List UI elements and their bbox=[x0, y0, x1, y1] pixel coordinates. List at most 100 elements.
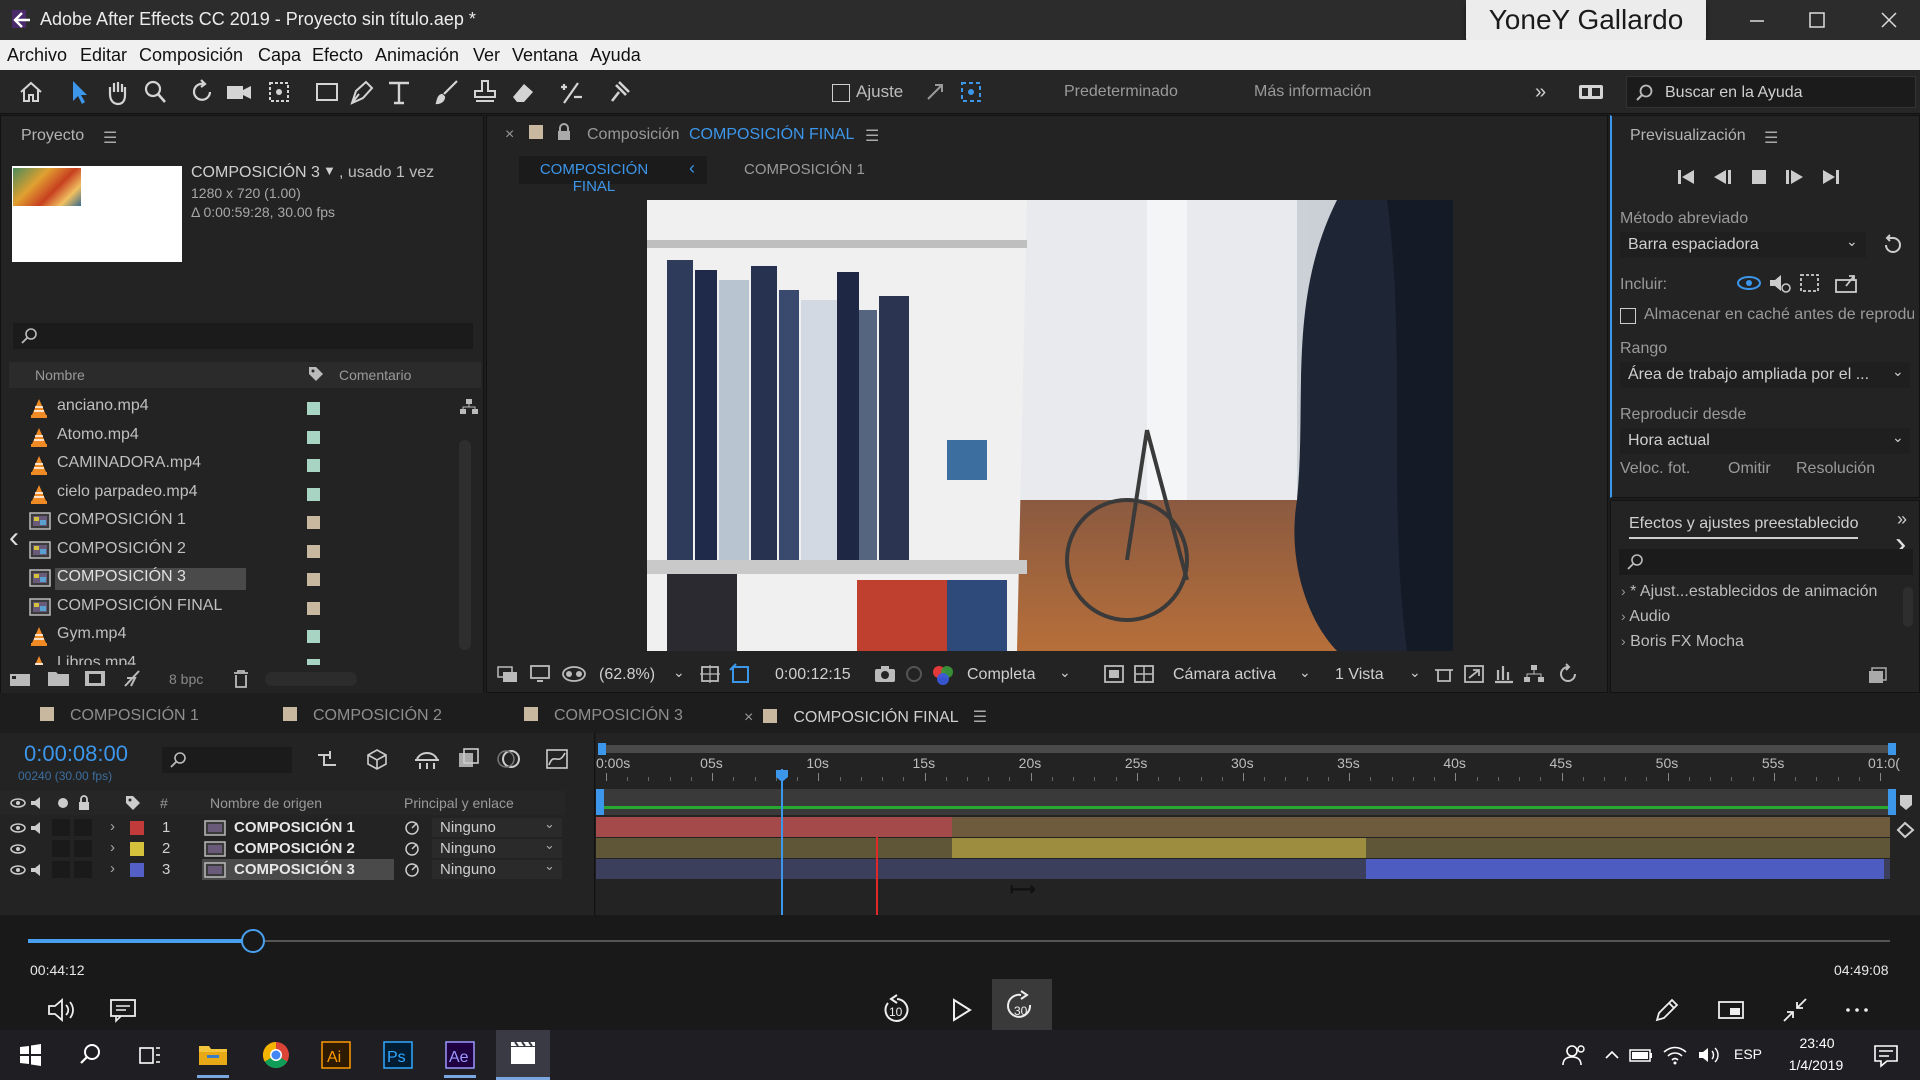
project-search-field[interactable] bbox=[13, 323, 473, 349]
effects-item[interactable]: › Audio bbox=[1621, 608, 1670, 632]
chevron-right-icon[interactable]: › bbox=[110, 818, 115, 835]
project-item[interactable]: COMPOSICIÓN 2 bbox=[29, 537, 429, 565]
forward-button[interactable]: 30 bbox=[992, 979, 1052, 1031]
puppet-pin-icon[interactable] bbox=[604, 77, 634, 107]
file-explorer-icon[interactable] bbox=[193, 1035, 233, 1078]
pen-tool-icon[interactable] bbox=[346, 77, 376, 107]
after-effects-icon[interactable]: Ae bbox=[440, 1035, 480, 1078]
project-item[interactable]: COMPOSICIÓN 1 bbox=[29, 508, 429, 536]
project-panel-title[interactable]: Proyecto bbox=[21, 127, 84, 145]
reset-exposure-circle-icon[interactable] bbox=[1557, 663, 1579, 685]
project-item[interactable]: cielo parpadeo.mp4 bbox=[29, 480, 429, 508]
help-search-box[interactable]: Buscar en la Ayuda bbox=[1626, 76, 1916, 108]
menu-editar[interactable]: Editar bbox=[80, 45, 127, 66]
people-icon[interactable] bbox=[1555, 1035, 1595, 1075]
work-area-start-handle[interactable] bbox=[596, 789, 604, 815]
solo-toggle[interactable] bbox=[52, 840, 70, 857]
layer-label-color[interactable] bbox=[130, 842, 144, 856]
include-video-icon[interactable] bbox=[1736, 272, 1762, 294]
graph-editor-icon[interactable] bbox=[544, 747, 570, 771]
effects-title[interactable]: Efectos y ajustes preestablecido bbox=[1629, 515, 1859, 539]
region-of-interest-icon[interactable] bbox=[729, 663, 751, 685]
timeline-tab-1[interactable]: COMPOSICIÓN 1 bbox=[40, 707, 199, 725]
workspace-overflow-icon[interactable]: » bbox=[1535, 81, 1546, 104]
menu-composicion[interactable]: Composición bbox=[139, 45, 243, 66]
play-button[interactable] bbox=[946, 995, 976, 1025]
speaker-icon[interactable] bbox=[30, 796, 46, 810]
menu-ver[interactable]: Ver bbox=[473, 45, 500, 66]
rectangle-tool-icon[interactable] bbox=[312, 77, 342, 107]
effects-search-field[interactable] bbox=[1619, 549, 1913, 575]
first-frame-icon[interactable] bbox=[1676, 168, 1698, 186]
label-tag-icon[interactable] bbox=[124, 794, 142, 812]
roto-brush-icon[interactable] bbox=[556, 77, 586, 107]
render-queue-icon[interactable] bbox=[121, 668, 145, 688]
layer-duration-bar[interactable] bbox=[596, 817, 952, 837]
pickwhip-icon[interactable] bbox=[404, 862, 420, 878]
solo-dot-icon[interactable] bbox=[58, 798, 68, 808]
pickwhip-icon[interactable] bbox=[404, 841, 420, 857]
playhead-handle[interactable] bbox=[775, 769, 789, 783]
comp-marker-icon[interactable] bbox=[1898, 793, 1914, 811]
illustrator-icon[interactable]: Ai bbox=[316, 1035, 356, 1075]
layer-label-color[interactable] bbox=[130, 821, 144, 835]
views-dropdown[interactable]: 1 Vista ⌄ bbox=[1335, 662, 1425, 688]
current-timecode[interactable]: 0:00:12:15 bbox=[775, 666, 851, 684]
monitor-icon[interactable] bbox=[529, 664, 551, 684]
eye-icon[interactable] bbox=[10, 821, 26, 835]
lock-icon[interactable] bbox=[557, 123, 571, 141]
taskbar-search-icon[interactable] bbox=[70, 1035, 110, 1075]
hand-tool-icon[interactable] bbox=[102, 77, 132, 107]
label-color-swatch[interactable] bbox=[307, 430, 320, 444]
project-scrollbar[interactable] bbox=[459, 440, 471, 650]
camera-snapshot-icon[interactable] bbox=[873, 664, 897, 684]
project-item[interactable]: COMPOSICIÓN 3 bbox=[29, 565, 429, 593]
solo-toggle[interactable] bbox=[52, 819, 70, 836]
include-overlays-icon[interactable] bbox=[1798, 272, 1822, 294]
external-output-icon[interactable] bbox=[1834, 272, 1860, 294]
timeline-tab-final[interactable]: × COMPOSICIÓN FINAL ☰ bbox=[744, 707, 988, 735]
work-area-end[interactable] bbox=[1888, 743, 1896, 755]
rewind-button[interactable]: 10 bbox=[880, 993, 914, 1027]
exit-fullscreen-icon[interactable] bbox=[1780, 995, 1810, 1025]
brush-tool-icon[interactable] bbox=[432, 77, 462, 107]
snapshot-icon[interactable] bbox=[497, 664, 519, 684]
label-color-swatch[interactable] bbox=[307, 601, 320, 615]
parent-dropdown[interactable]: Ninguno ⌄ bbox=[432, 858, 562, 879]
fit-view-icon[interactable] bbox=[699, 664, 721, 684]
start-windows-icon[interactable] bbox=[10, 1035, 50, 1075]
action-center-icon[interactable] bbox=[1866, 1035, 1906, 1075]
movies-tv-icon[interactable] bbox=[496, 1030, 550, 1080]
chevron-right-icon[interactable]: › bbox=[110, 839, 115, 856]
previous-frame-icon[interactable] bbox=[1712, 168, 1734, 186]
panel-menu-icon[interactable]: ☰ bbox=[103, 128, 117, 148]
project-item[interactable]: Gym.mp4 bbox=[29, 622, 429, 650]
zoom-dropdown-icon[interactable]: ⌄ bbox=[673, 664, 685, 681]
show-snapshot-icon[interactable] bbox=[903, 664, 925, 684]
tray-chevron-icon[interactable] bbox=[1600, 1035, 1624, 1075]
comp-tab-active[interactable]: COMPOSICIÓN FINAL ‹ bbox=[519, 156, 707, 195]
playhead[interactable] bbox=[780, 769, 783, 915]
snap-features-icon[interactable] bbox=[956, 77, 986, 107]
wifi-icon[interactable] bbox=[1660, 1035, 1690, 1075]
lock-toggle[interactable] bbox=[74, 861, 92, 878]
lock-toggle[interactable] bbox=[74, 840, 92, 857]
next-frame-icon[interactable] bbox=[1784, 168, 1806, 186]
work-area-end-handle[interactable] bbox=[1888, 789, 1896, 815]
seek-track[interactable] bbox=[28, 940, 1890, 942]
close-tab-icon[interactable]: × bbox=[505, 126, 514, 144]
effects-item[interactable]: › * Ajust...establecidos de animación bbox=[1621, 583, 1877, 607]
pan-behind-icon[interactable] bbox=[264, 77, 294, 107]
col-parent[interactable]: Principal y enlace bbox=[404, 795, 514, 811]
last-frame-icon[interactable] bbox=[1820, 168, 1842, 186]
clone-stamp-icon[interactable] bbox=[470, 77, 500, 107]
mask-view-icon[interactable] bbox=[561, 664, 587, 684]
miniview-icon[interactable] bbox=[1716, 995, 1746, 1025]
collapse-left-icon[interactable]: ‹ bbox=[9, 521, 19, 555]
eye-icon[interactable] bbox=[10, 863, 26, 877]
play-from-dropdown[interactable]: Hora actual ⌄ bbox=[1620, 428, 1910, 454]
eye-icon[interactable] bbox=[10, 796, 26, 810]
timeline-current-time[interactable]: 0:00:08:00 bbox=[24, 741, 128, 767]
effects-scrollbar[interactable] bbox=[1903, 587, 1913, 627]
volume-tray-icon[interactable] bbox=[1694, 1035, 1724, 1075]
